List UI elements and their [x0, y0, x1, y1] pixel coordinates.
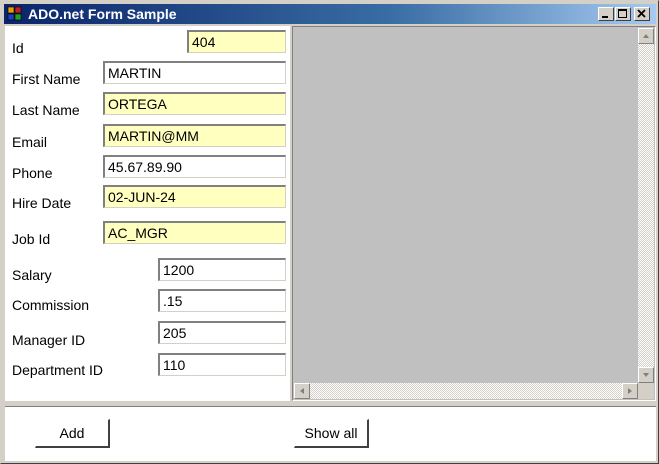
minimize-button[interactable] — [598, 7, 614, 21]
manager-id-label: Manager ID — [12, 332, 86, 348]
salary-field[interactable]: 1200 — [158, 258, 286, 281]
data-grid[interactable] — [292, 26, 656, 401]
department-id-label: Department ID — [12, 362, 104, 378]
id-label: Id — [12, 40, 24, 56]
phone-label: Phone — [12, 165, 53, 181]
maximize-icon — [618, 9, 627, 18]
last-name-label: Last Name — [12, 102, 80, 118]
salary-label: Salary — [12, 267, 52, 283]
close-button[interactable] — [634, 7, 650, 21]
show-all-button[interactable]: Show all — [294, 419, 369, 448]
employee-form-panel: Id 404 First Name MARTIN Last Name ORTEG… — [5, 26, 290, 401]
email-label: Email — [12, 134, 48, 150]
scroll-left-arrow-icon — [300, 388, 304, 394]
email-field[interactable]: MARTIN@MM — [103, 124, 286, 147]
job-id-label: Job Id — [12, 231, 51, 247]
phone-field[interactable]: 45.67.89.90 — [103, 155, 286, 178]
maximize-button[interactable] — [615, 7, 631, 21]
button-panel: Add Show all — [5, 406, 656, 461]
commission-field[interactable]: .15 — [158, 289, 286, 312]
scroll-up-button[interactable] — [638, 28, 654, 44]
job-id-field[interactable]: AC_MGR — [103, 221, 286, 244]
id-field[interactable]: 404 — [187, 30, 286, 53]
department-id-field[interactable]: 110 — [158, 353, 286, 376]
scroll-up-arrow-icon — [643, 34, 649, 38]
scrollbar-corner — [638, 383, 654, 399]
title-bar[interactable]: ADO.net Form Sample — [4, 4, 656, 24]
add-button[interactable]: Add — [35, 419, 110, 448]
scroll-down-arrow-icon — [643, 373, 649, 377]
first-name-label: First Name — [12, 71, 81, 87]
horizontal-scrollbar[interactable] — [294, 383, 638, 399]
last-name-field[interactable]: ORTEGA — [103, 92, 286, 115]
scroll-down-button[interactable] — [638, 367, 654, 383]
app-icon — [7, 6, 22, 21]
scroll-left-button[interactable] — [294, 383, 310, 399]
vertical-scrollbar[interactable] — [638, 28, 654, 383]
window-title: ADO.net Form Sample — [28, 6, 177, 22]
commission-label: Commission — [12, 297, 90, 313]
hire-date-label: Hire Date — [12, 195, 72, 211]
close-icon — [637, 9, 646, 18]
hire-date-field[interactable]: 02-JUN-24 — [103, 185, 286, 208]
scroll-right-button[interactable] — [622, 383, 638, 399]
main-window: ADO.net Form Sample Id 404 First Name MA… — [0, 0, 659, 464]
first-name-field[interactable]: MARTIN — [103, 61, 286, 84]
manager-id-field[interactable]: 205 — [158, 321, 286, 344]
minimize-icon — [602, 16, 608, 18]
scroll-right-arrow-icon — [628, 388, 632, 394]
